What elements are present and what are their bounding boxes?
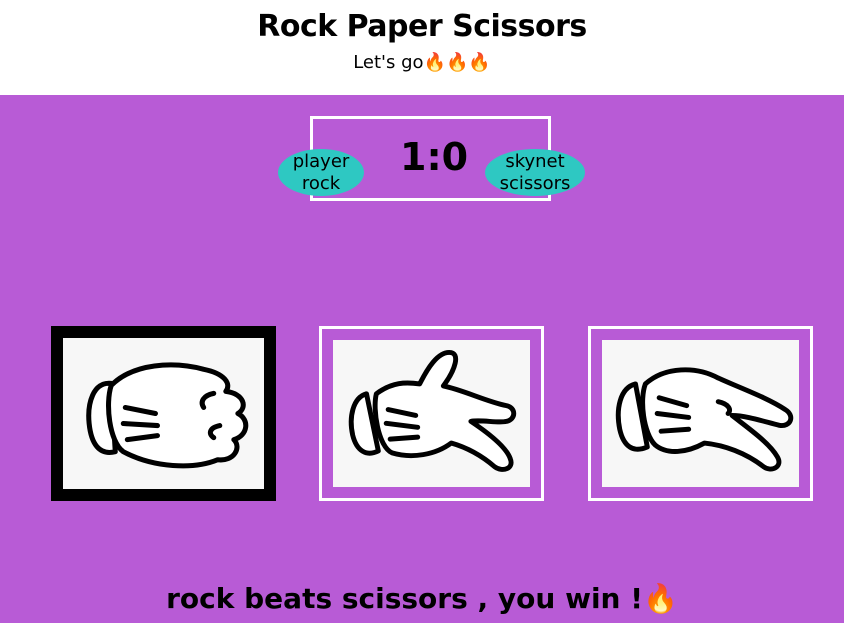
opponent-name: skynet <box>505 150 565 172</box>
opponent-choice: scissors <box>499 172 571 194</box>
paper-hand-icon <box>348 349 517 472</box>
player-badge: player rock <box>278 149 364 196</box>
opponent-badge: skynet scissors <box>485 149 585 196</box>
choice-scissors-button[interactable] <box>588 326 813 501</box>
page-subtitle: Let's go🔥🔥🔥 <box>353 52 491 73</box>
header: Rock Paper Scissors Let's go🔥🔥🔥 <box>0 0 844 95</box>
choice-paper-button[interactable] <box>319 326 544 501</box>
page-title: Rock Paper Scissors <box>257 9 587 44</box>
page: Rock Paper Scissors Let's go🔥🔥🔥 player r… <box>0 0 844 623</box>
player-name: player <box>292 150 350 172</box>
scissors-hand-icon <box>615 367 794 472</box>
rock-hand-icon <box>86 362 249 469</box>
game-arena: player rock 1:0 skynet scissors rock bea… <box>0 95 844 623</box>
choice-rock-button[interactable] <box>51 326 276 501</box>
player-choice: rock <box>301 172 341 194</box>
score: 1:0 <box>400 135 469 179</box>
result-message: rock beats scissors , you win !🔥 <box>166 582 678 615</box>
